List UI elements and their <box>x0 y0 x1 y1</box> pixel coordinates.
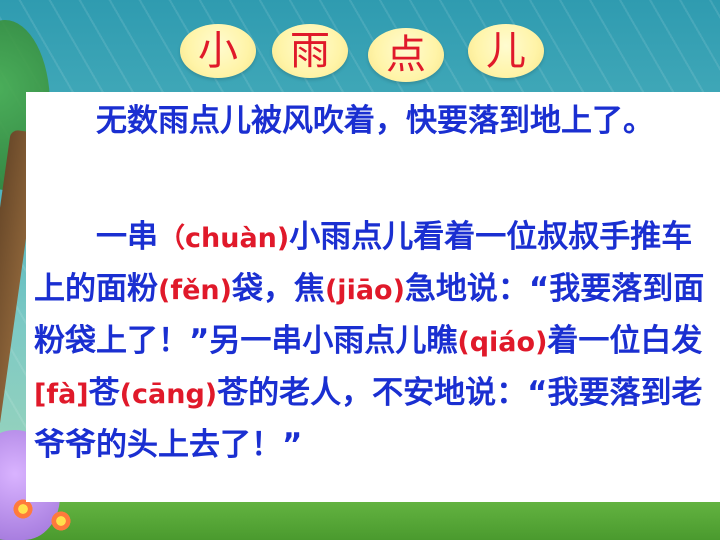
flower-icon <box>50 510 72 532</box>
pinyin-annotation: (qiáo) <box>457 327 548 358</box>
paragraph-1: 无数雨点儿被风吹着，快要落到地上了。 <box>96 103 654 139</box>
text-run: 一串 <box>96 219 158 255</box>
paragraph-2: 一串（chuàn)小雨点儿看着一位叔叔手推车上的面粉(fěn)袋，焦(jiāo)… <box>34 212 714 471</box>
pinyin-annotation: (fěn) <box>158 275 232 306</box>
pinyin-annotation: (jiāo) <box>324 275 405 306</box>
text-run: 袋，焦 <box>231 271 325 307</box>
title-char: 雨 <box>272 24 348 78</box>
title-char: 儿 <box>468 24 544 78</box>
title-char: 点 <box>368 28 444 82</box>
pinyin-annotation: (cāng) <box>119 379 218 410</box>
slide-title: 小 雨 点 儿 <box>180 24 550 82</box>
title-char: 小 <box>180 24 256 78</box>
pinyin-annotation: （chuàn) <box>158 223 290 254</box>
text-run: 苍 <box>88 375 120 411</box>
text-run: 着一位白发 <box>547 323 703 359</box>
pinyin-annotation: [fà] <box>34 379 89 410</box>
text-panel: 无数雨点儿被风吹着，快要落到地上了。 一串（chuàn)小雨点儿看着一位叔叔手推… <box>26 92 720 502</box>
slide-background: 小 雨 点 儿 无数雨点儿被风吹着，快要落到地上了。 一串（chuàn)小雨点儿… <box>0 0 720 540</box>
